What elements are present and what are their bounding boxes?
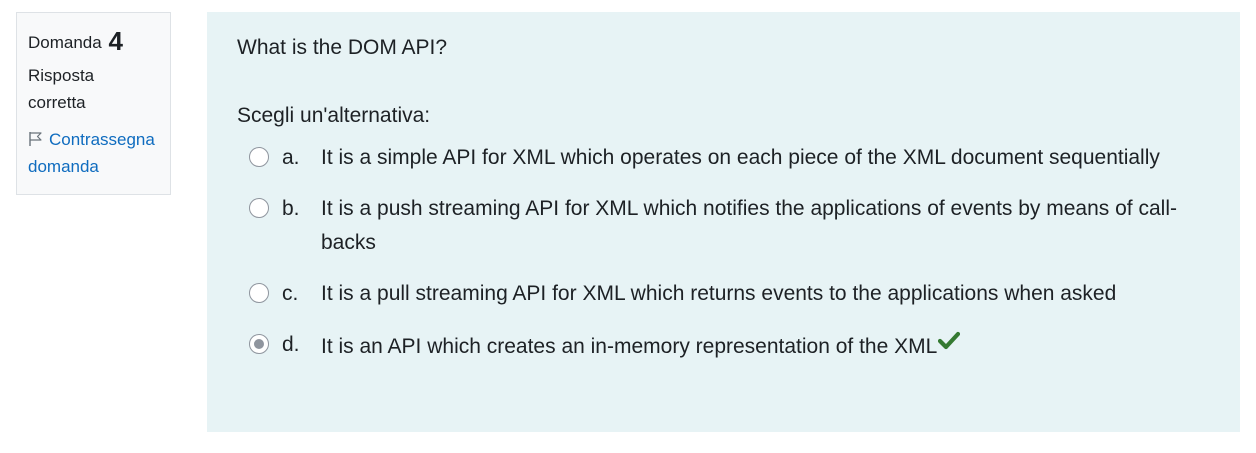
answer-prompt: Scegli un'alternativa: [237,104,431,127]
radio-button-d[interactable] [249,334,269,354]
question-number: Domanda 4 [28,27,159,57]
answer-option-c[interactable]: c. It is a pull streaming API for XML wh… [237,277,1210,311]
check-icon [938,328,961,350]
question-content: What is the DOM API? Scegli un'alternati… [207,12,1240,432]
answer-letter-c: c. [282,282,299,305]
answer-text-a: It is a simple API for XML which operate… [321,146,1160,169]
answer-letter-b: b. [282,197,300,220]
answer-list: a. It is a simple API for XML which oper… [237,141,1210,364]
question-label: Domanda [28,33,102,52]
question-info-panel: Domanda 4 Risposta corretta Contrassegna… [16,12,171,195]
answer-option-d[interactable]: d. It is an API which creates an in-memo… [237,328,1210,364]
flag-question-link[interactable]: Contrassegna domanda [28,126,159,180]
answer-text-d: It is an API which creates an in-memory … [321,335,938,358]
answer-text-c: It is a pull streaming API for XML which… [321,282,1117,305]
question-text: What is the DOM API? [237,36,448,59]
radio-button-a[interactable] [249,147,269,167]
radio-button-b[interactable] [249,198,269,218]
question-number-value: 4 [108,26,123,56]
answer-letter-d: d. [282,333,300,356]
answer-option-b[interactable]: b. It is a push streaming API for XML wh… [237,192,1210,260]
answer-text-b: It is a push streaming API for XML which… [321,197,1177,254]
flag-icon [28,128,43,146]
flag-label-line-1: Contrassegna [49,130,155,149]
question-state: Risposta corretta [28,62,159,116]
radio-button-c[interactable] [249,283,269,303]
flag-label-line-2: domanda [28,157,99,176]
answer-option-a[interactable]: a. It is a simple API for XML which oper… [237,141,1210,175]
state-line-2: corretta [28,93,86,112]
quiz-page: Domanda 4 Risposta corretta Contrassegna… [0,0,1256,453]
answer-letter-a: a. [282,146,300,169]
state-line-1: Risposta [28,66,95,85]
